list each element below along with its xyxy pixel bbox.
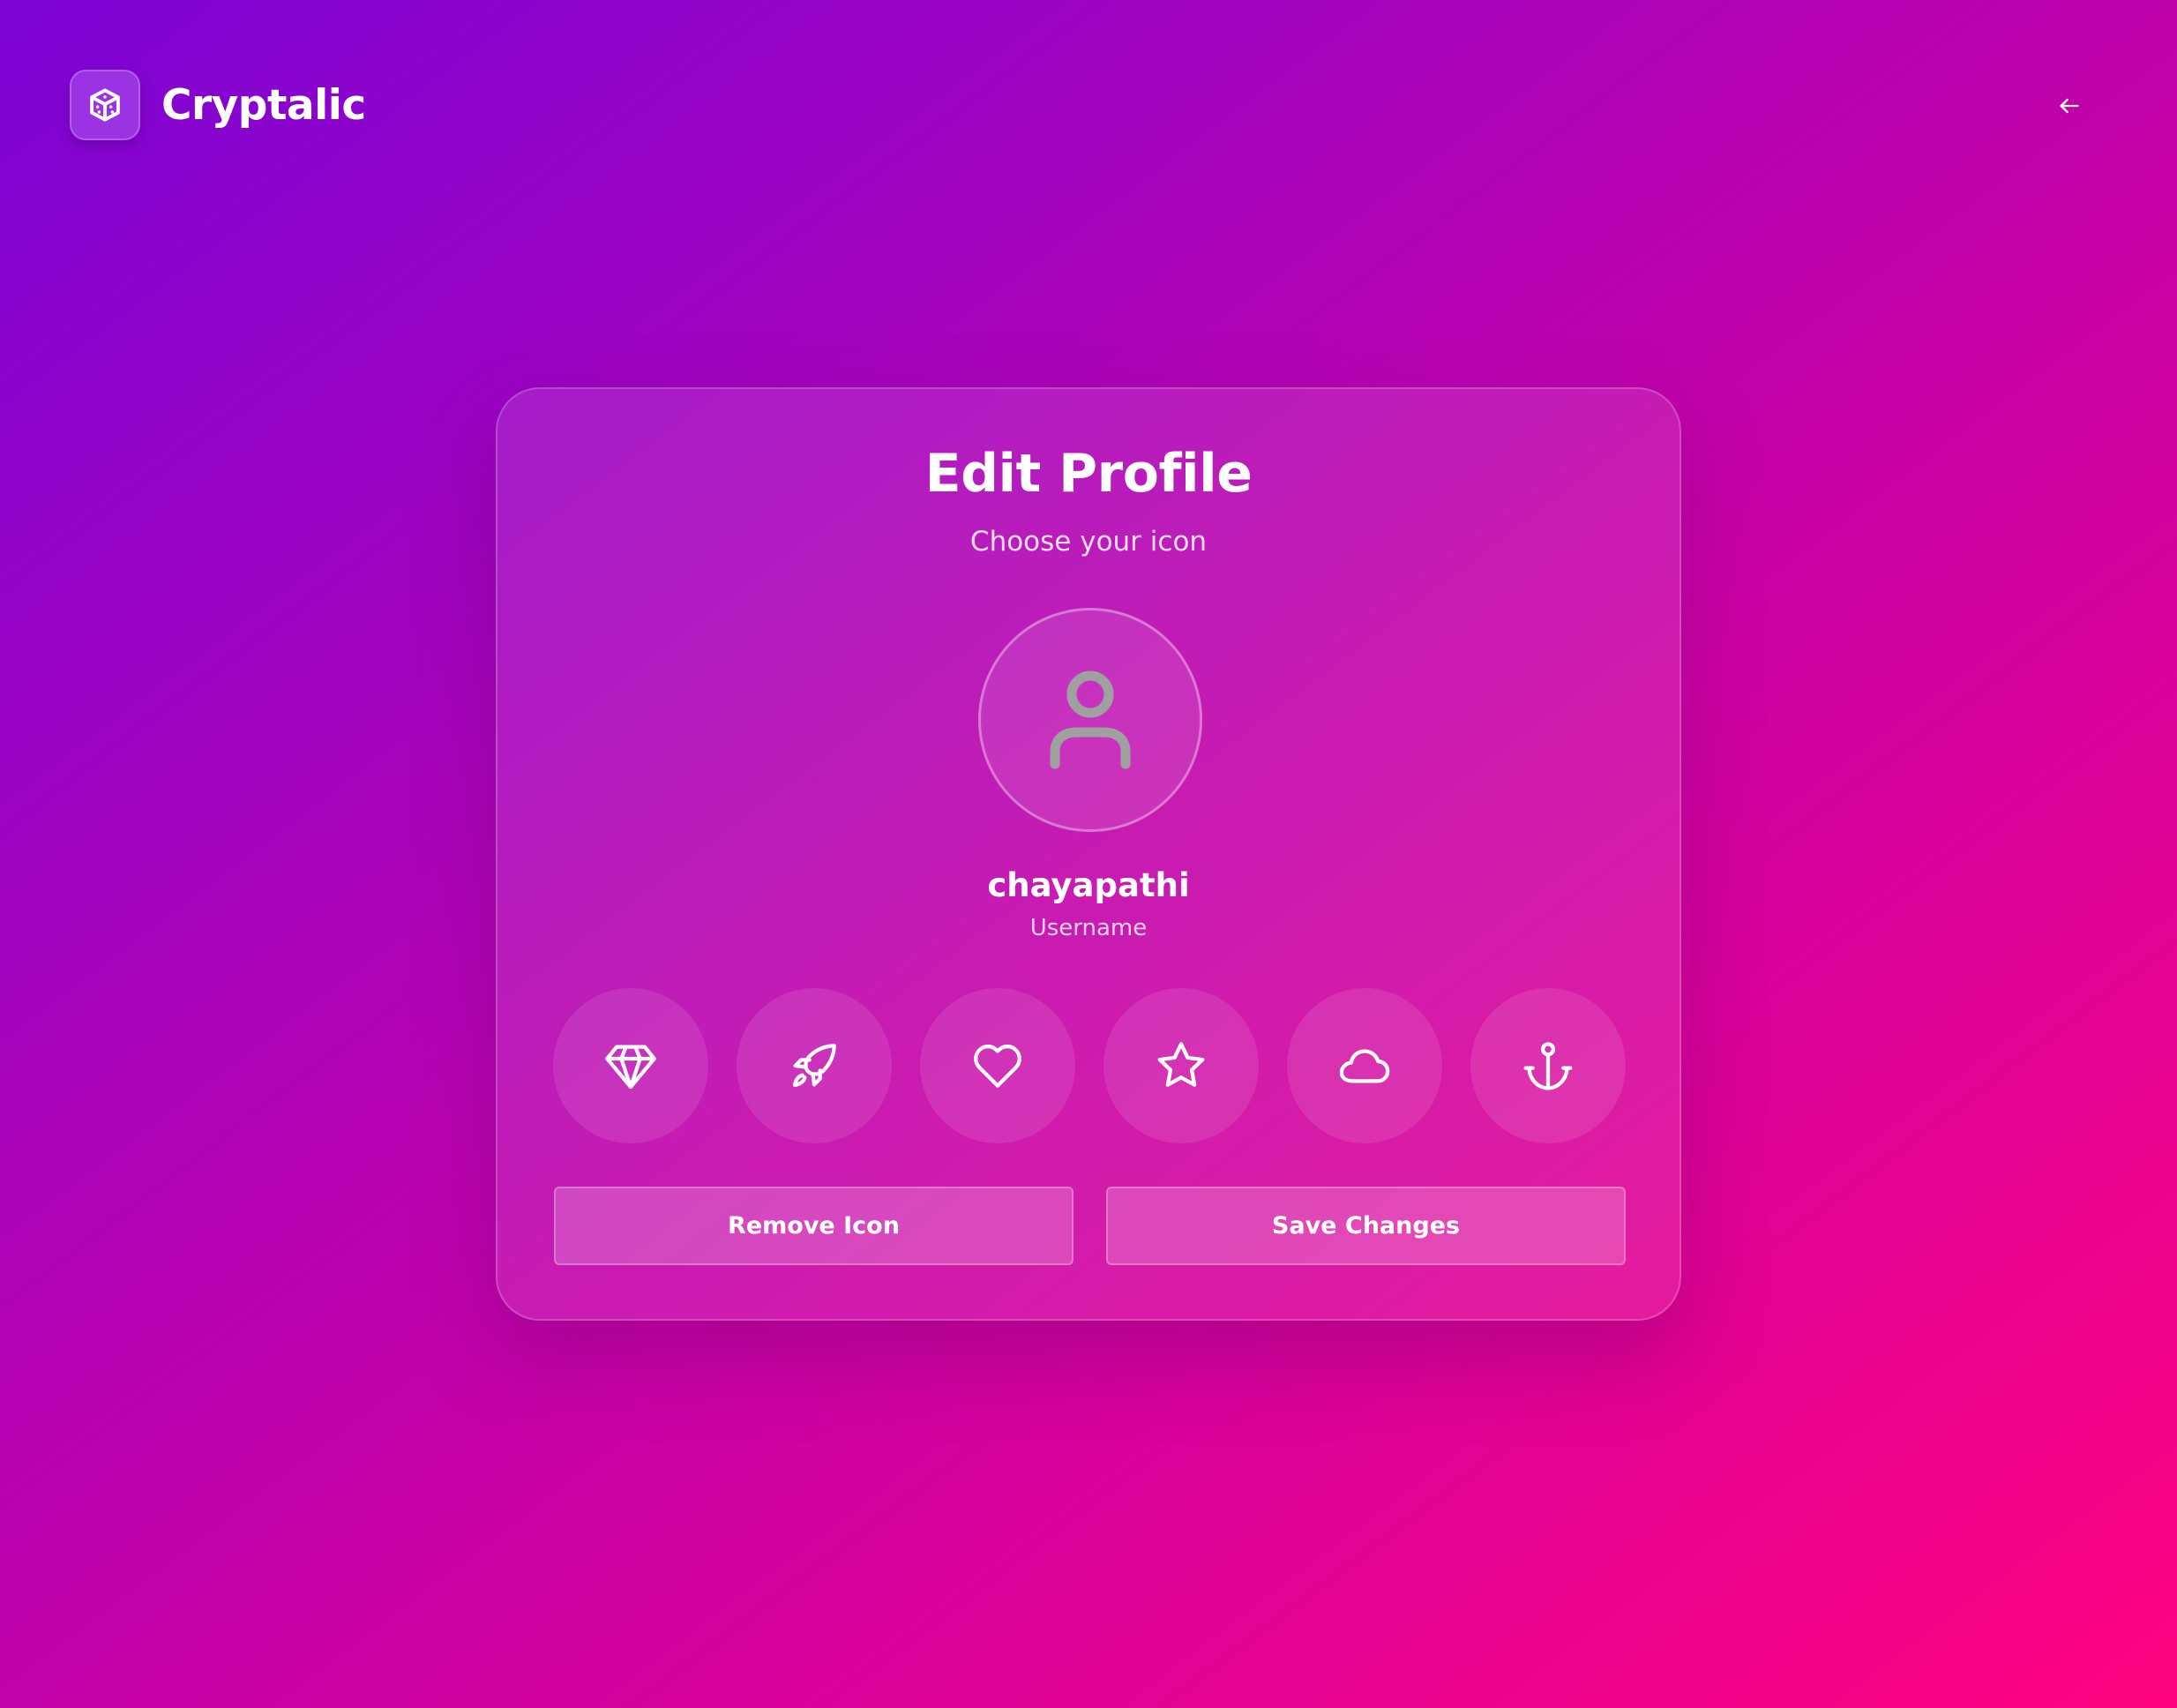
icon-option-anchor[interactable] (1470, 988, 1626, 1143)
star-icon (1157, 1042, 1205, 1087)
avatar (978, 608, 1202, 832)
diamond-icon (605, 1045, 656, 1090)
rocket-icon (793, 1044, 836, 1087)
username: chayapathi (987, 866, 1190, 904)
icon-picker (553, 988, 1626, 1145)
icon-option-heart[interactable] (920, 988, 1075, 1143)
save-changes-button[interactable]: Save Changes (1106, 1187, 1626, 1265)
arrow-left-icon (2060, 98, 2079, 114)
edit-profile-card: Edit Profile Choose your icon chayapathi… (496, 387, 1681, 1321)
anchor-icon (1523, 1042, 1573, 1090)
back-button[interactable] (2050, 86, 2089, 125)
cube-icon (70, 70, 140, 140)
card-actions: Remove Icon Save Changes (554, 1187, 1626, 1265)
heart-icon (974, 1045, 1021, 1088)
brand-name: Cryptalic (161, 80, 366, 130)
page-title: Edit Profile (924, 443, 1253, 505)
user-icon (1050, 670, 1131, 769)
remove-icon-button[interactable]: Remove Icon (554, 1187, 1074, 1265)
icon-option-star[interactable] (1103, 988, 1259, 1143)
username-label: Username (1029, 915, 1148, 941)
icon-option-diamond[interactable] (553, 988, 708, 1143)
icon-option-cloud[interactable] (1287, 988, 1442, 1143)
cloud-icon (1339, 1049, 1390, 1083)
page-subtitle: Choose your icon (969, 526, 1208, 558)
icon-option-rocket[interactable] (737, 988, 892, 1143)
brand: Cryptalic (70, 70, 366, 140)
